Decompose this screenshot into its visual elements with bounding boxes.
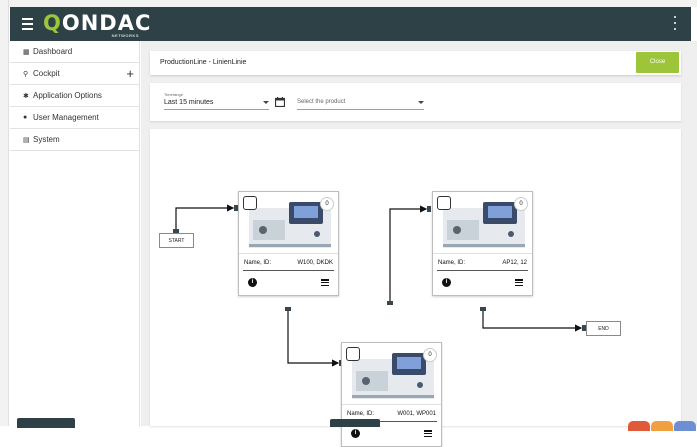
connector-node3-node2 [389, 205, 428, 303]
connector-start-node1 [175, 204, 235, 232]
machine-image: 0 [342, 343, 441, 405]
product-select[interactable]: Select the product [297, 99, 345, 105]
count-badge: 0 [320, 197, 334, 211]
sidebar-item-label: User Management [33, 113, 99, 122]
sidebar-item-label: Application Options [33, 91, 102, 100]
info-icon[interactable]: i [351, 429, 360, 438]
count-badge: 0 [423, 348, 437, 362]
port-node3-out [387, 301, 393, 305]
edit-icon[interactable] [346, 347, 360, 361]
product-underline [297, 109, 424, 110]
node-name-value: AP12, 12 [502, 260, 527, 266]
port-node2-in [427, 206, 431, 212]
node-name-label: Name, ID: [438, 260, 466, 266]
sidebar-item-label: Cockpit [33, 69, 60, 78]
timerange-label: Timerange [164, 92, 183, 97]
sidebar: ▦ Dashboard ⚲ Cockpit + ✱ Application Op… [10, 41, 140, 428]
app-bar: QONDAC NETWORKS [10, 7, 691, 41]
port-node1-out [285, 307, 291, 311]
status-pill-orange[interactable] [651, 421, 673, 431]
search-icon: ⚲ [23, 70, 29, 78]
sidebar-item-label: Dashboard [33, 47, 73, 56]
node-info: Name, ID: AP12, 12 [433, 254, 532, 270]
connector-node2-end [482, 309, 583, 332]
node-name-value: W001, WP001 [397, 411, 436, 417]
list-icon[interactable] [321, 279, 329, 287]
info-icon[interactable]: i [442, 278, 451, 287]
info-icon[interactable]: i [248, 278, 257, 287]
node-name-label: Name, ID: [244, 260, 272, 266]
edit-icon[interactable] [437, 196, 451, 210]
status-pills [628, 421, 696, 431]
list-icon[interactable] [515, 279, 523, 287]
app-window: QONDAC NETWORKS ▦ Dashboard ⚲ Cockpit + … [0, 0, 697, 447]
brand-logo: QONDAC NETWORKS [43, 10, 150, 38]
list-icon[interactable] [424, 430, 432, 438]
count-badge: 0 [514, 197, 528, 211]
status-pill-red[interactable] [628, 421, 650, 431]
sidebar-item-cockpit[interactable]: ⚲ Cockpit + [10, 63, 139, 85]
machine-image: 0 [433, 192, 532, 254]
flow-canvas: START END 0 Name, ID: W100, DKDK i 0 Nam… [150, 129, 681, 447]
calendar-icon[interactable] [275, 97, 285, 107]
machine-node-card[interactable]: 0 Name, ID: W100, DKDK i [238, 191, 339, 296]
dashboard-icon: ▦ [23, 48, 30, 56]
node-name-label: Name, ID: [347, 411, 375, 417]
status-pill-blue[interactable] [674, 421, 696, 431]
sidebar-bottom-tab[interactable] [17, 418, 75, 428]
flow-end[interactable]: END [586, 321, 621, 336]
window-left-edge [0, 0, 9, 426]
close-button[interactable]: Close [636, 52, 679, 73]
connector-node1-node3 [287, 310, 340, 367]
window-top-edge [0, 0, 697, 7]
node-name-value: W100, DKDK [297, 260, 333, 266]
main-content: ProductionLine - LinienLinie Close Timer… [141, 41, 697, 447]
expand-plus-icon[interactable]: + [126, 66, 134, 81]
machine-node-card[interactable]: 0 Name, ID: AP12, 12 i [432, 191, 533, 296]
menu-icon[interactable] [19, 15, 37, 33]
panel-header: ProductionLine - LinienLinie Close [150, 51, 681, 75]
edit-icon[interactable] [243, 196, 257, 210]
chevron-down-icon[interactable] [418, 101, 424, 104]
sidebar-item-dashboard[interactable]: ▦ Dashboard [10, 41, 139, 63]
machine-node-card[interactable]: 0 Name, ID: W001, WP001 i [341, 342, 442, 447]
chevron-down-icon[interactable] [263, 101, 269, 104]
sidebar-item-user-management[interactable]: ● User Management [10, 107, 139, 129]
more-vert-icon[interactable] [672, 16, 678, 30]
gear-icon: ✱ [23, 92, 29, 100]
timerange-select[interactable]: Last 15 minutes [164, 99, 213, 106]
sidebar-item-application-options[interactable]: ✱ Application Options [10, 85, 139, 107]
sidebar-item-system[interactable]: ▤ System [10, 129, 139, 151]
filter-bar: Timerange Last 15 minutes Select the pro… [150, 83, 681, 121]
node-actions: i [239, 271, 338, 295]
node-info: Name, ID: W100, DKDK [239, 254, 338, 270]
node-actions: i [433, 271, 532, 295]
port-node2-out [480, 307, 486, 311]
system-icon: ▤ [23, 136, 30, 144]
timerange-underline [164, 109, 269, 110]
page-title: ProductionLine - LinienLinie [160, 59, 247, 66]
sidebar-item-label: System [33, 135, 60, 144]
logo-wordmark: QONDAC [43, 11, 152, 35]
logo-subtitle: NETWORKS [111, 33, 139, 38]
flow-start[interactable]: START [159, 233, 194, 248]
user-icon: ● [23, 114, 28, 121]
machine-image: 0 [239, 192, 338, 254]
